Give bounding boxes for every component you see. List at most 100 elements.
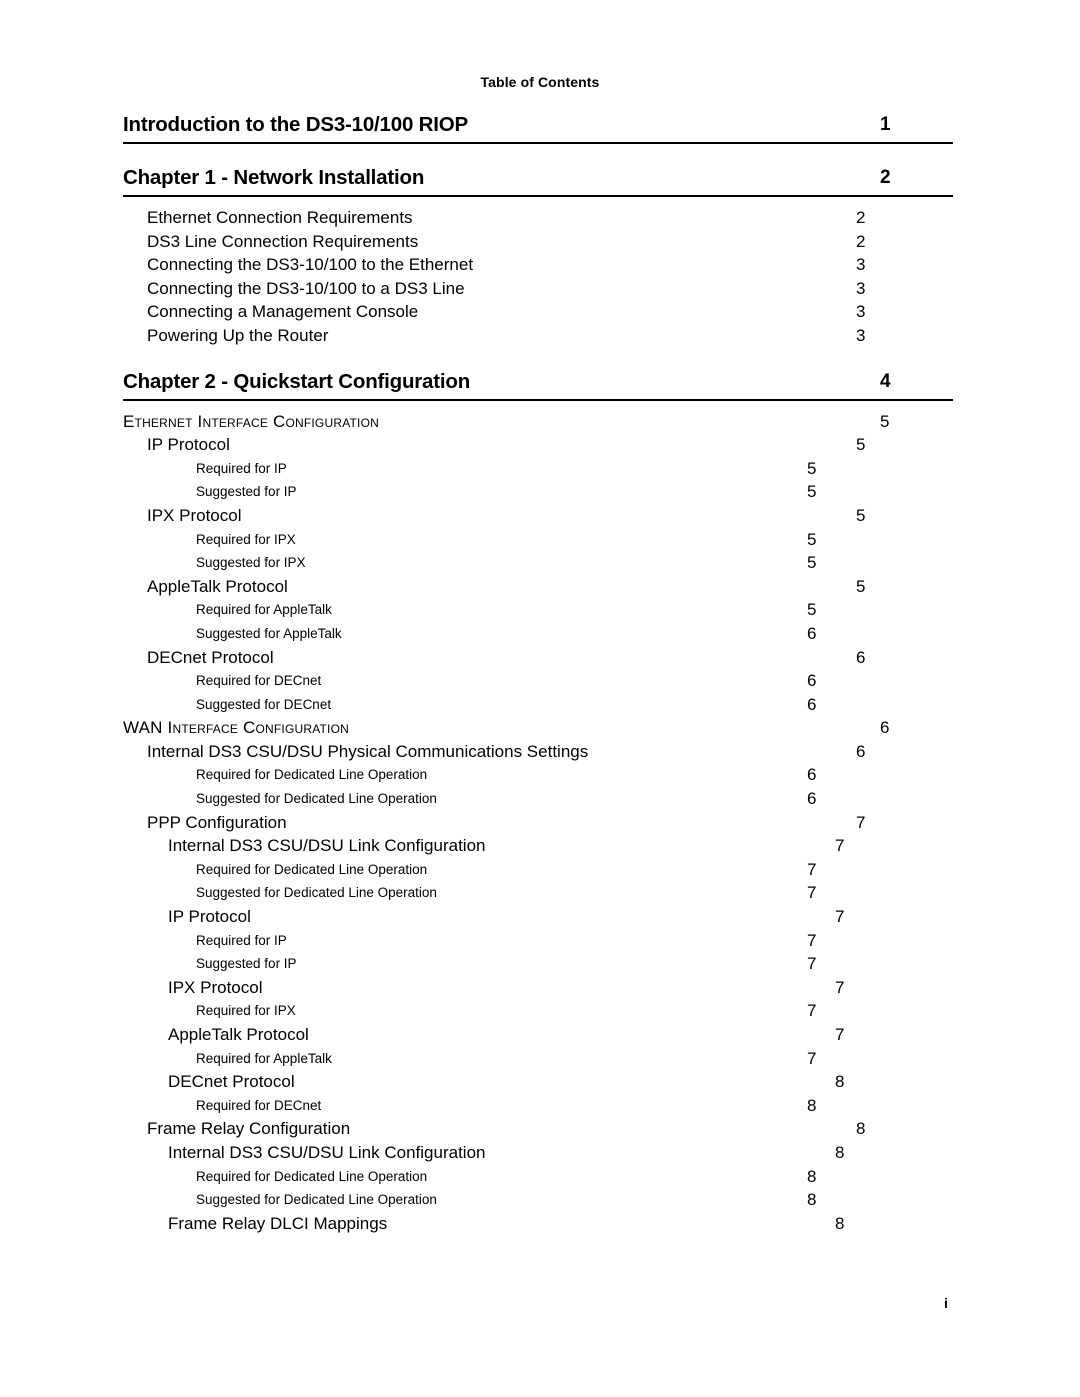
toc-entry[interactable]: IPX Protocol 7 [123,976,953,1000]
chapter-page-number: 1 [880,114,891,135]
toc-entry-page-number: 3 [856,325,866,345]
toc-entry[interactable]: IP Protocol 5 [123,433,953,457]
toc-entry-page-number: 6 [807,623,817,643]
toc-entry[interactable]: Required for IP 7 [123,929,953,953]
toc-entry-page-number: 2 [856,231,866,251]
toc-entry-page-number: 8 [835,1072,845,1092]
toc-entry-page-number: 6 [856,647,866,667]
toc-entry-label: Internal DS3 CSU/DSU Link Configuration [168,836,486,856]
toc-entry[interactable]: Ethernet Interface Configuration 5 [123,410,953,434]
toc-entry[interactable]: Required for IPX 7 [123,999,953,1023]
toc-entry[interactable]: Required for Dedicated Line Operation 7 [123,858,953,882]
toc-entry[interactable]: Suggested for IP 7 [123,952,953,976]
toc-entry[interactable]: Suggested for AppleTalk 6 [123,622,953,646]
toc-entry[interactable]: Suggested for Dedicated Line Operation 8 [123,1188,953,1212]
toc-entry-page-number: 5 [856,505,866,525]
toc-entry-page-number: 7 [835,907,845,927]
toc-entry-page-number: 3 [856,302,866,322]
toc-entry[interactable]: Frame Relay DLCI Mappings 8 [123,1212,953,1236]
toc-entry[interactable]: WAN Interface Configuration 6 [123,716,953,740]
toc-entry-label: AppleTalk Protocol [168,1025,309,1044]
toc-entry-page-number: 5 [880,411,890,431]
toc-entry[interactable]: Required for AppleTalk 5 [123,598,953,622]
toc-entry-label: PPP Configuration [147,812,287,832]
toc-entry-label: Connecting the DS3-10/100 to a DS3 Line [147,278,465,298]
toc-entry[interactable]: DS3 Line Connection Requirements 2 [123,230,953,254]
toc-entry[interactable]: Connecting the DS3-10/100 to the Etherne… [123,253,953,277]
toc-entry-page-number: 7 [807,883,817,903]
toc-entry-page-number: 7 [835,977,845,997]
toc-entry[interactable]: DECnet Protocol 6 [123,646,953,670]
toc-entry-page-number: 7 [835,1025,845,1044]
running-header: Table of Contents [480,74,600,90]
toc-entry-page-number: 6 [807,694,817,714]
toc-entry-label: Required for IP [196,932,287,948]
toc-entry[interactable]: Internal DS3 CSU/DSU Link Configuration 8 [123,1141,953,1165]
toc-entry[interactable]: Suggested for IP 5 [123,480,953,504]
toc-entry-label: Ethernet Interface Configuration [123,411,379,431]
toc-entry[interactable]: Frame Relay Configuration 8 [123,1117,953,1141]
toc-entry[interactable]: Suggested for Dedicated Line Operation 6 [123,787,953,811]
toc-entry-label: IPX Protocol [168,977,263,997]
toc-entry[interactable]: Required for Dedicated Line Operation 8 [123,1165,953,1189]
toc-entry[interactable]: Suggested for IPX 5 [123,551,953,575]
toc-entry-page-number: 8 [835,1142,845,1162]
chapter-title: Chapter 1 - Network Installation [123,166,425,189]
toc-entry-page-number: 5 [807,458,817,478]
toc-entry[interactable]: DECnet Protocol 8 [123,1070,953,1094]
toc-entry-label: Required for AppleTalk [196,1050,332,1066]
toc-entry-label: Suggested for IP [196,484,297,500]
toc-entry[interactable]: AppleTalk Protocol 7 [123,1023,953,1047]
toc-entry[interactable]: Required for Dedicated Line Operation 6 [123,763,953,787]
toc-entry[interactable]: Ethernet Connection Requirements 2 [123,206,953,230]
toc-entry-label: Internal DS3 CSU/DSU Physical Communicat… [147,741,589,761]
toc-entry[interactable]: Powering Up the Router 3 [123,324,953,348]
toc-entry[interactable]: Connecting the DS3-10/100 to a DS3 Line 3 [123,277,953,301]
toc-entry-page-number: 5 [856,435,866,455]
toc-entry[interactable]: Connecting a Management Console 3 [123,300,953,324]
toc-entry-label: Required for Dedicated Line Operation [196,861,428,877]
toc-entry-page-number: 6 [856,741,866,761]
toc-entry-page-number: 2 [856,208,866,227]
toc-entry-label: Required for IPX [196,1003,296,1019]
chapter-heading[interactable]: Chapter 2 - Quickstart Configuration 4 [123,369,953,401]
toc-entry-page-number: 5 [856,576,866,596]
toc-entry[interactable]: Required for AppleTalk 7 [123,1047,953,1071]
toc-entry[interactable]: IP Protocol 7 [123,905,953,929]
toc-entry-page-number: 5 [807,553,817,573]
toc-entry-page-number: 7 [856,812,866,832]
toc-entry[interactable]: PPP Configuration 7 [123,811,953,835]
toc-entry-label: Suggested for Dedicated Line Operation [196,791,437,807]
toc-entry[interactable]: Internal DS3 CSU/DSU Link Configuration 7 [123,834,953,858]
toc-entry-page-number: 8 [835,1213,845,1233]
toc-entry-page-number: 7 [807,1048,817,1068]
toc-entry-page-number: 8 [807,1166,817,1186]
toc-entry[interactable]: Required for IPX 5 [123,528,953,552]
toc-entry[interactable]: Suggested for Dedicated Line Operation 7 [123,881,953,905]
chapter-page-number: 4 [880,370,891,392]
toc-entry-label: Connecting a Management Console [147,302,419,322]
toc-entry-page-number: 8 [807,1190,817,1210]
toc-entry-page-number: 7 [807,930,817,950]
chapter-heading[interactable]: Chapter 1 - Network Installation 2 [123,165,953,197]
toc-entry[interactable]: Suggested for DECnet 6 [123,693,953,717]
chapter-title: Introduction to the DS3-10/100 RIOP [123,113,468,136]
toc-entry[interactable]: AppleTalk Protocol 5 [123,575,953,599]
toc-entry-label: IP Protocol [147,435,230,455]
chapter-heading[interactable]: Introduction to the DS3-10/100 RIOP 1 [123,112,953,144]
toc-entry-label: Suggested for AppleTalk [196,625,342,641]
toc-entry[interactable]: Required for IP 5 [123,457,953,481]
toc-entry-page-number: 3 [856,255,866,275]
toc-entry-page-number: 7 [835,836,845,856]
toc-entry[interactable]: Required for DECnet 8 [123,1094,953,1118]
toc-entry-label: Suggested for Dedicated Line Operation [196,885,437,901]
toc-entry-label: Suggested for IPX [196,555,306,571]
toc-entry[interactable]: IPX Protocol 5 [123,504,953,528]
toc-entry[interactable]: Internal DS3 CSU/DSU Physical Communicat… [123,740,953,764]
toc-page: Table of Contents Introduction to the DS… [0,0,1080,1397]
toc-entry-page-number: 3 [856,278,866,298]
toc-entry[interactable]: Required for DECnet 6 [123,669,953,693]
toc-entry-page-number: 6 [807,671,817,691]
page-folio: i [944,1295,948,1311]
toc-entry-label: Frame Relay DLCI Mappings [168,1213,388,1233]
